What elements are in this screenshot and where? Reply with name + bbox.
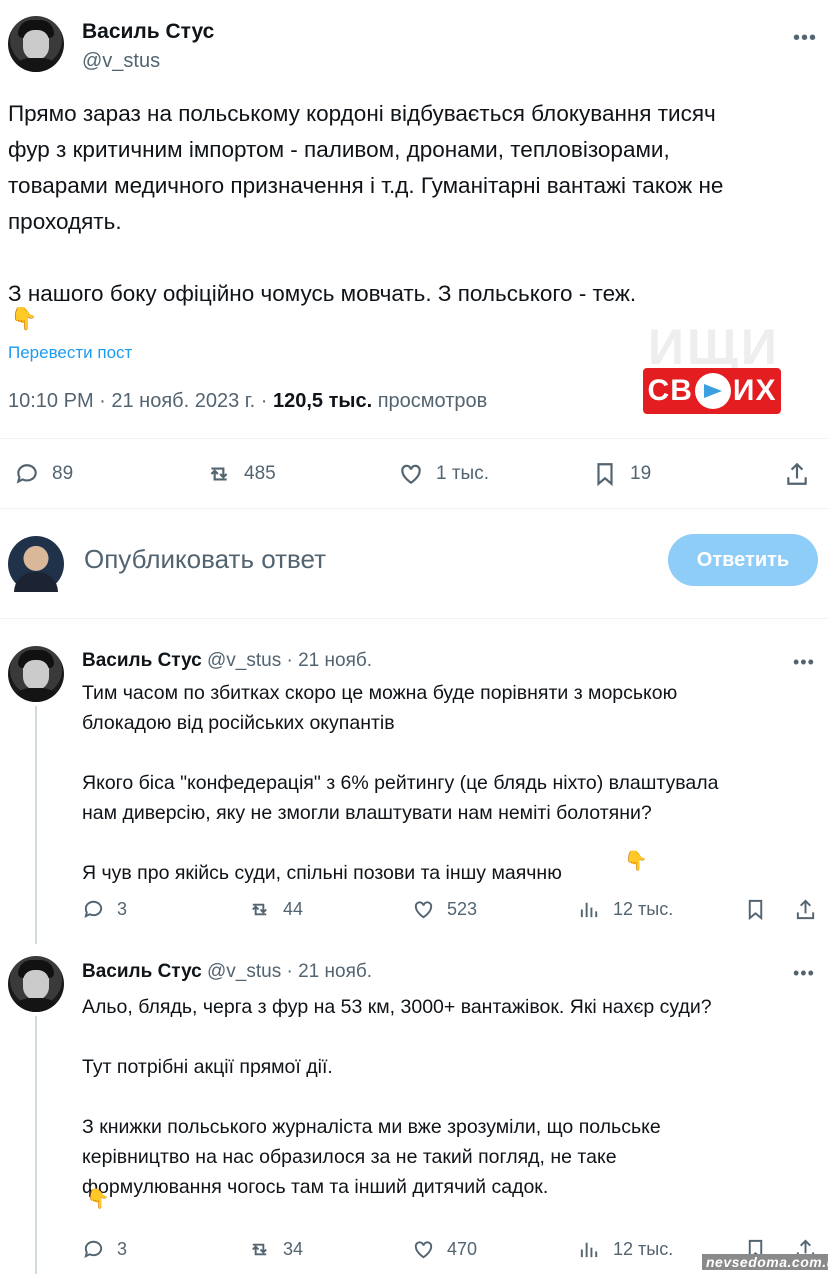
reply-count: 3 (117, 1239, 128, 1259)
bookmark-button[interactable]: 19 (592, 461, 651, 487)
views-count: 120,5 тыс. (272, 390, 373, 412)
author-name[interactable]: Василь Стус (82, 20, 214, 44)
divider (0, 438, 828, 439)
bookmark-icon (748, 899, 763, 921)
author-handle[interactable]: @v_stus (82, 50, 160, 73)
bookmark-button[interactable] (744, 898, 779, 921)
telegram-icon (694, 373, 731, 409)
retweet-icon (252, 903, 267, 916)
more-options-icon[interactable]: ••• (793, 653, 815, 671)
reply-icon (84, 900, 103, 918)
current-user-avatar[interactable] (8, 536, 64, 592)
reply-header: Василь Стус @v_stus · 21 нояб. (82, 961, 372, 983)
reply-input[interactable]: Опубликовать ответ (84, 544, 326, 575)
divider (0, 618, 828, 619)
views-count: 12 тыс. (613, 899, 674, 919)
views-button[interactable]: 12 тыс. (578, 1238, 673, 1261)
reply-author-name: Василь Стус (82, 650, 202, 671)
reply-icon (84, 1240, 103, 1258)
like-button[interactable]: 523 (412, 898, 477, 921)
retweet-icon (252, 1243, 267, 1256)
like-count: 470 (447, 1239, 478, 1259)
views-icon (580, 1242, 598, 1258)
bookmark-count: 19 (630, 463, 652, 484)
retweet-icon (210, 467, 228, 481)
pointing-down-emoji: 👇 (86, 1189, 110, 1210)
reply-handle-date: @v_stus · 21 нояб. (201, 650, 373, 671)
post-time: 10:10 PM · 21 нояб. 2023 г. · (8, 390, 273, 412)
post-meta: 10:10 PM · 21 нояб. 2023 г. · 120,5 тыс.… (8, 390, 487, 413)
retweet-count: 44 (283, 899, 304, 919)
heart-icon (401, 464, 421, 484)
reply-button[interactable]: 89 (14, 461, 73, 487)
reply-button[interactable]: 3 (82, 898, 127, 921)
reply-handle-date: @v_stus · 21 нояб. (201, 961, 373, 982)
heart-icon (414, 901, 433, 919)
watermark-badge: СВ ИХ (643, 368, 781, 414)
reply-count: 3 (117, 899, 128, 919)
reply-button[interactable]: 3 (82, 1238, 127, 1261)
divider (0, 508, 828, 509)
reply-header: Василь Стус @v_stus · 21 нояб. (82, 650, 372, 672)
retweet-count: 34 (283, 1239, 304, 1259)
share-icon (787, 462, 807, 485)
translate-post-link[interactable]: Перевести пост (8, 343, 132, 363)
retweet-button[interactable]: 44 (248, 898, 303, 921)
share-button[interactable] (784, 461, 822, 487)
like-button[interactable]: 470 (412, 1238, 477, 1261)
site-watermark: nevsedoma.com.ua (702, 1254, 828, 1270)
submit-reply-button[interactable]: Ответить (668, 534, 818, 586)
reply-icon (16, 464, 37, 484)
views-icon (580, 902, 598, 918)
share-icon (796, 899, 815, 920)
pointing-down-emoji: 👇 (624, 851, 648, 872)
more-options-icon[interactable]: ••• (793, 964, 815, 982)
like-count: 523 (447, 899, 478, 919)
retweet-button[interactable]: 34 (248, 1238, 303, 1261)
like-button[interactable]: 1 тыс. (398, 461, 489, 487)
reply-author-avatar[interactable] (8, 646, 64, 702)
share-button[interactable] (794, 898, 828, 921)
reply-author-avatar[interactable] (8, 956, 64, 1012)
reply-text: Тим часом по збитках скоро це можна буде… (82, 682, 719, 884)
post-text: Прямо зараз на польському кордоні відбув… (8, 101, 724, 306)
reply-author-name: Василь Стус (82, 961, 202, 982)
views-count: 12 тыс. (613, 1239, 674, 1259)
watermark-badge-left: СВ (647, 374, 693, 407)
like-count: 1 тыс. (436, 463, 489, 484)
watermark-badge-right: ИХ (732, 374, 777, 407)
views-button[interactable]: 12 тыс. (578, 898, 673, 921)
reply-count: 89 (52, 463, 74, 484)
retweet-count: 485 (244, 463, 276, 484)
thread-line (35, 706, 37, 944)
bookmark-icon (597, 463, 613, 487)
views-label: просмотров (372, 390, 488, 412)
more-options-icon[interactable]: ••• (793, 28, 817, 48)
reply-text: Альо, блядь, черга з фур на 53 км, 3000+… (82, 996, 712, 1198)
retweet-button[interactable]: 485 (206, 461, 276, 487)
thread-line (35, 1016, 37, 1274)
author-avatar[interactable] (8, 16, 64, 72)
pointing-down-emoji: 👇 (10, 306, 38, 331)
heart-icon (414, 1241, 433, 1259)
